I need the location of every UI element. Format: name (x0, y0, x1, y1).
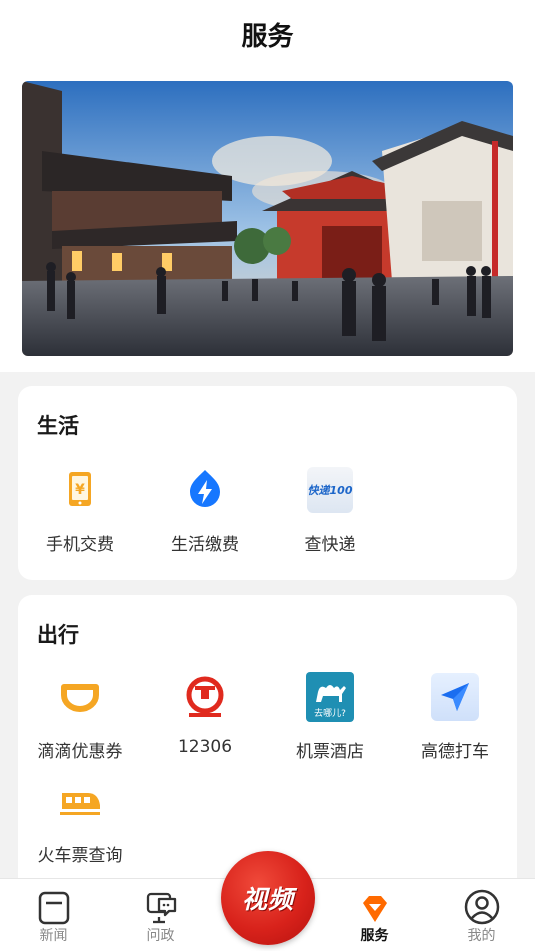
train-icon (54, 775, 106, 827)
tab-label: 问政 (146, 928, 175, 944)
qunar-camel-icon: 去哪儿? (304, 671, 356, 723)
travel-section-title: 出行 (37, 623, 79, 647)
phone-recharge-item[interactable]: ¥ 手机交费 (18, 464, 142, 555)
didi-icon (54, 671, 106, 723)
service-gem-icon (321, 879, 428, 925)
kuaidi100-icon: 快递100 (304, 464, 356, 516)
profile-icon (428, 879, 535, 925)
tab-news[interactable]: 新闻 (0, 879, 107, 951)
didi-coupon-item[interactable]: 滴滴优惠券 (18, 671, 142, 762)
life-section-title: 生活 (37, 414, 79, 438)
item-label: 机票酒店 (296, 742, 364, 762)
qunar-logo-text: 去哪儿? (314, 709, 346, 719)
phone-yuan-icon: ¥ (54, 464, 106, 516)
item-label: 手机交费 (46, 535, 114, 555)
life-card: 生活 ¥ 手机交费 生活缴费 快递100 查快递 (18, 386, 517, 580)
tab-inquiry[interactable]: 问政 (107, 879, 214, 951)
item-label: 火车票查询 (37, 846, 123, 866)
page-title: 服务 (241, 22, 294, 52)
video-button[interactable]: 视频 (221, 851, 315, 945)
tab-label: 我的 (467, 928, 496, 944)
banner-image[interactable] (22, 81, 513, 356)
item-label: 高德打车 (421, 742, 489, 762)
tab-service[interactable]: 服务 (321, 879, 428, 951)
item-label: 生活缴费 (171, 535, 239, 555)
flight-hotel-item[interactable]: 去哪儿? 机票酒店 (268, 671, 392, 762)
news-icon (0, 879, 107, 925)
svg-text:¥: ¥ (75, 482, 85, 498)
amap-arrow-icon (429, 671, 481, 723)
chat-screen-icon (107, 879, 214, 925)
utility-bill-item[interactable]: 生活缴费 (143, 464, 267, 555)
item-label: 滴滴优惠券 (37, 742, 123, 762)
lightning-bill-icon (179, 464, 231, 516)
video-button-label: 视频 (241, 885, 294, 914)
train-ticket-item[interactable]: 火车票查询 (18, 775, 142, 866)
tab-profile[interactable]: 我的 (428, 879, 535, 951)
railway-12306-icon (179, 671, 231, 723)
kuaidi100-logo-text: 快递100 (307, 484, 353, 497)
amap-taxi-item[interactable]: 高德打车 (393, 671, 517, 762)
item-label: 12306 (177, 737, 233, 757)
express-query-item[interactable]: 快递100 查快递 (268, 464, 392, 555)
travel-card: 出行 滴滴优惠券 12306 去哪儿? 机票酒店 高德打车 火车票查询 (18, 595, 517, 895)
tab-label: 新闻 (39, 928, 68, 944)
header: 服务 (0, 0, 535, 372)
railway-12306-item[interactable]: 12306 (143, 671, 267, 757)
tab-label: 服务 (360, 928, 389, 944)
item-label: 查快递 (304, 535, 356, 555)
